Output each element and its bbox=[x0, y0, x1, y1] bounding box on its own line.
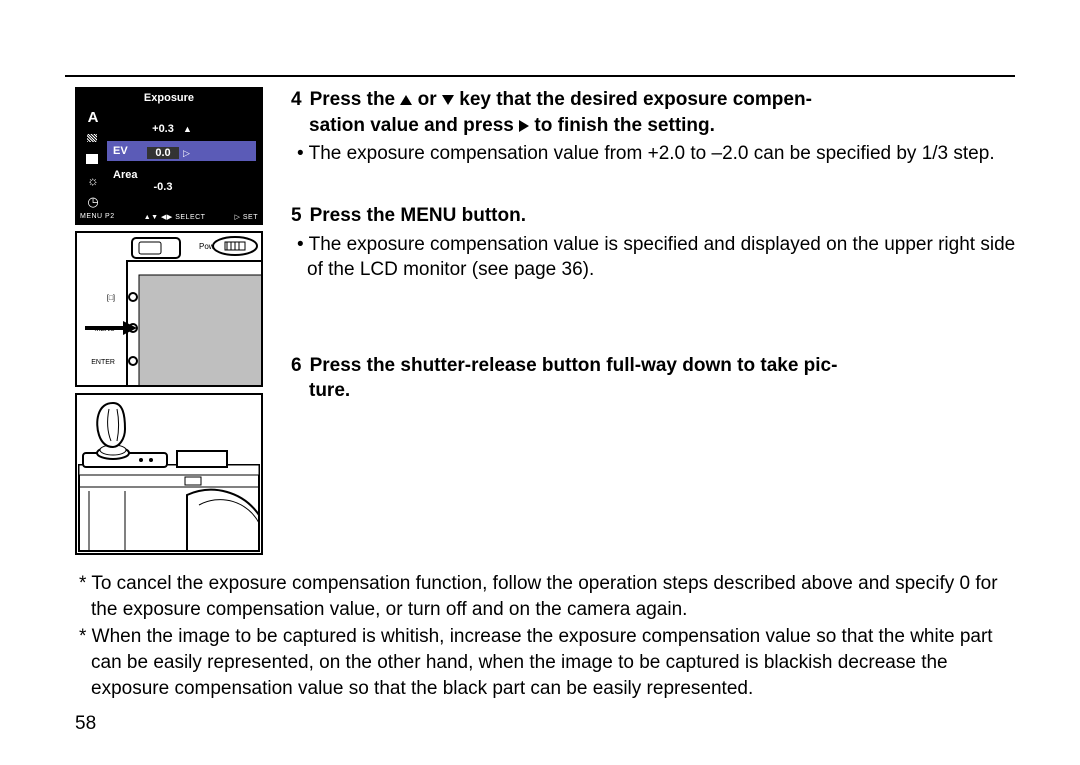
lcd-footer-right: ▷ SET bbox=[235, 213, 258, 221]
ev-icon bbox=[84, 130, 103, 145]
lcd-row-minus: -0.3 bbox=[107, 177, 256, 197]
step-4-bullet: • The exposure compensation value from +… bbox=[291, 141, 1028, 167]
lcd-footer: MENU P2 ▲▼ ◀▶ SELECT ▷ SET bbox=[80, 213, 258, 221]
figure-camera-shutter bbox=[75, 393, 263, 555]
top-rule bbox=[65, 75, 1015, 77]
right-indicator-icon: ▷ bbox=[183, 148, 190, 159]
figure-camera-buttons: Power [□] MENU ENTER bbox=[75, 231, 263, 387]
lcd-footer-left: MENU P2 bbox=[80, 213, 115, 221]
step-4-heading-line2: sation value and press to finish the set… bbox=[291, 113, 1028, 139]
step-text: ture. bbox=[309, 380, 350, 401]
down-arrow-icon bbox=[442, 95, 454, 105]
step-text: sation value and press bbox=[309, 115, 519, 136]
footnote-1: * To cancel the exposure compensation fu… bbox=[75, 571, 1028, 622]
step-number: 6 bbox=[291, 355, 302, 376]
footnote-2: * When the image to be captured is whiti… bbox=[75, 624, 1028, 701]
instruction-column: 4 Press the or key that the desired expos… bbox=[263, 87, 1028, 561]
step-4-heading: 4 Press the or key that the desired expos… bbox=[291, 87, 1028, 113]
step-text: key that the desired exposure compen- bbox=[454, 89, 812, 110]
svg-text:[□]: [□] bbox=[107, 295, 115, 302]
up-arrow-icon bbox=[400, 95, 412, 105]
step-text: or bbox=[412, 89, 442, 110]
figure-lcd-menu: Exposure A ☼ ◷ +0.3 ▲ bbox=[75, 87, 263, 225]
content-area: Exposure A ☼ ◷ +0.3 ▲ bbox=[75, 87, 1028, 735]
step-6-heading-line2: ture. bbox=[291, 378, 1028, 404]
step-text: Press the bbox=[310, 89, 401, 110]
two-column-layout: Exposure A ☼ ◷ +0.3 ▲ bbox=[75, 87, 1028, 561]
step-number: 5 bbox=[291, 205, 302, 226]
footnotes: * To cancel the exposure compensation fu… bbox=[75, 571, 1028, 701]
lcd-value: -0.3 bbox=[147, 181, 179, 193]
step-text: to finish the setting. bbox=[529, 115, 715, 136]
step-text: Press the shutter-release button full-wa… bbox=[310, 355, 838, 376]
step-5-heading: 5 Press the MENU button. bbox=[291, 203, 1028, 229]
step-6-heading: 6 Press the shutter-release button full-w… bbox=[291, 353, 1028, 379]
up-indicator-icon: ▲ bbox=[183, 124, 192, 134]
step-text: Press the MENU button. bbox=[310, 205, 526, 226]
page-number: 58 bbox=[75, 713, 96, 735]
brightness-icon: ☼ bbox=[84, 173, 103, 188]
step-number: 4 bbox=[291, 89, 302, 110]
lcd-row-zero: . 0.0 ▷ bbox=[107, 143, 256, 163]
lcd-row-plus: +0.3 ▲ bbox=[107, 119, 256, 139]
mode-a-icon: A bbox=[84, 109, 103, 124]
timer-icon: ◷ bbox=[84, 194, 103, 209]
manual-page: Exposure A ☼ ◷ +0.3 ▲ bbox=[0, 0, 1080, 765]
lcd-title: Exposure bbox=[77, 92, 261, 104]
right-arrow-icon bbox=[519, 120, 529, 132]
step-5-bullet: • The exposure compensation value is spe… bbox=[291, 232, 1028, 283]
lcd-value: 0.0 bbox=[147, 147, 179, 159]
lcd-side-icons: A ☼ ◷ bbox=[81, 109, 105, 209]
lcd-footer-mid: ▲▼ ◀▶ SELECT bbox=[144, 213, 206, 221]
svg-text:ENTER: ENTER bbox=[91, 359, 115, 366]
lcd-value: +0.3 bbox=[147, 123, 179, 135]
lcd-values: +0.3 ▲ EV . 0.0 ▷ Area . bbox=[107, 107, 256, 209]
area-icon bbox=[84, 152, 103, 167]
figure-column: Exposure A ☼ ◷ +0.3 ▲ bbox=[75, 87, 263, 561]
